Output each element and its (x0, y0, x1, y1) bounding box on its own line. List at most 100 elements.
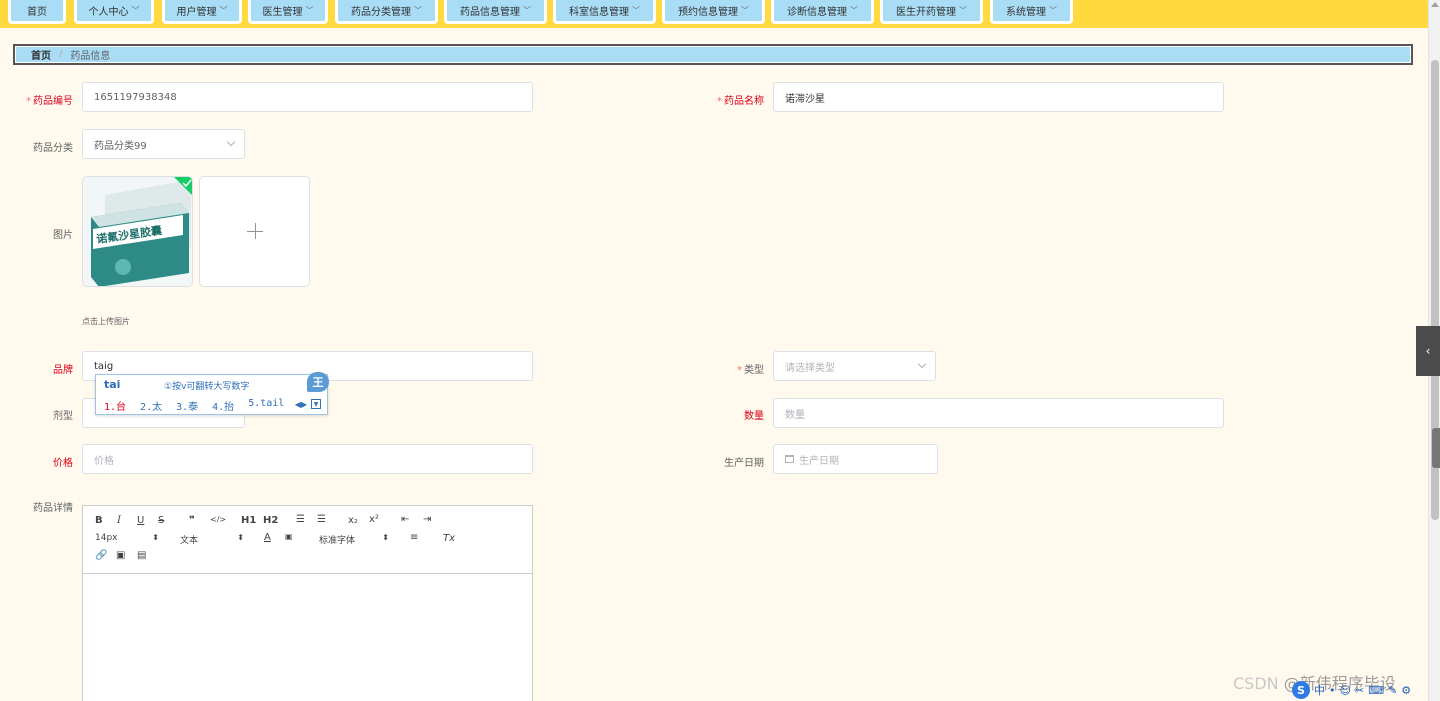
underline-button[interactable]: U (137, 515, 144, 526)
tools-icon[interactable]: ✂ (1355, 684, 1364, 697)
skin-icon[interactable]: ✎ (1388, 684, 1397, 697)
ime-page-arrows-icon[interactable]: ◀▶ (295, 400, 307, 409)
production-date-label: 生产日期 (724, 458, 764, 469)
nav-label: 药品分类管理 (351, 7, 411, 18)
drug-code-label-text: 药品编号 (33, 96, 73, 107)
nav-user-management[interactable]: 用户管理 ﹀ (162, 0, 242, 24)
editor-toolbar: B I U S ❞ </> H1 H2 ☰ ☰ x₂ x² ⇤ ⇥ 14px ⬍ … (83, 506, 532, 574)
outdent-icon[interactable]: ⇤ (401, 514, 409, 525)
collapse-panel-button[interactable]: ‹ (1416, 326, 1440, 376)
quantity-input[interactable]: 数量 (773, 398, 1224, 428)
video-icon[interactable]: ▤ (137, 550, 146, 561)
nav-label: 个人中心 (88, 7, 129, 18)
top-navigation: 首页 个人中心 ﹀ 用户管理 ﹀ 医生管理 ﹀ 药品分类管理 ﹀ 药品信息管理 ﹀ 科室信… (0, 0, 1428, 28)
required-mark: * (737, 365, 742, 376)
nav-label: 预约信息管理 (678, 7, 738, 18)
calendar-icon (785, 455, 794, 463)
chevron-down-icon: ﹀ (414, 6, 422, 15)
link-icon[interactable]: 🔗 (95, 550, 107, 561)
nav-personal-center[interactable]: 个人中心 ﹀ (74, 0, 154, 24)
editor-content-area[interactable] (83, 574, 532, 701)
type-label: * 类型 (694, 361, 764, 376)
nav-drug-info-management[interactable]: 药品信息管理 ﹀ (444, 0, 547, 24)
emoji-icon[interactable]: ☺ (1340, 684, 1351, 697)
drug-code-input[interactable]: 1651197938348 (82, 82, 533, 112)
font-size-value: 14px (95, 533, 118, 543)
nav-home[interactable]: 首页 (8, 0, 66, 24)
h1-button[interactable]: H1 (241, 515, 256, 526)
nav-label: 药品信息管理 (460, 7, 520, 18)
required-mark: * (717, 96, 722, 107)
chevron-down-icon: ﹀ (219, 6, 228, 15)
ordered-list-icon[interactable]: ☰ (296, 514, 305, 525)
align-icon[interactable]: ≡ (410, 532, 418, 543)
background-color-icon[interactable]: ▣ (285, 532, 293, 541)
nav-doctor-management[interactable]: 医生管理 ﹀ (248, 0, 328, 24)
ime-candidate[interactable]: 2.太 (140, 398, 162, 413)
code-block-button[interactable]: </> (210, 515, 226, 524)
drug-name-input[interactable]: 诺滞沙星 (773, 82, 1224, 112)
select-arrows-icon: ⬍ (152, 533, 159, 542)
type-label-text: 类型 (744, 365, 764, 376)
ime-tray-logo-icon[interactable]: S (1292, 681, 1310, 699)
settings-icon[interactable]: ⚙ (1401, 684, 1411, 697)
brand-label: 品牌 (53, 365, 73, 376)
clear-format-button[interactable]: Tx (443, 533, 455, 544)
nav-system-management[interactable]: 系统管理 ﹀ (990, 0, 1073, 24)
bold-button[interactable]: B (95, 515, 103, 526)
header-type-select[interactable]: 文本 ⬍ (180, 533, 244, 546)
uploaded-image[interactable]: 诺氟沙星胶囊 (82, 176, 193, 287)
drug-name-label: * 药品名称 (694, 92, 764, 107)
font-size-select[interactable]: 14px ⬍ (95, 533, 159, 543)
ime-candidates: 1.台 2.太 3.泰 4.抬 5.tail (104, 398, 284, 413)
nav-label: 诊断信息管理 (787, 7, 847, 18)
nav-diagnosis-management[interactable]: 诊断信息管理 ﹀ (771, 0, 874, 24)
subscript-button[interactable]: x₂ (348, 515, 358, 526)
select-arrows-icon: ⬍ (382, 533, 389, 542)
font-family-select[interactable]: 标准字体 ⬍ (319, 533, 389, 546)
nav-appointment-management[interactable]: 预约信息管理 ﹀ (662, 0, 765, 24)
ime-composition: tai (104, 378, 121, 391)
chinese-mode-icon[interactable]: 中 (1314, 682, 1325, 698)
nav-prescription-management[interactable]: 医生开药管理 ﹀ (880, 0, 983, 24)
punctuation-icon[interactable]: • (1329, 684, 1336, 697)
h2-button[interactable]: H2 (263, 515, 278, 526)
side-handle[interactable] (1432, 428, 1440, 468)
ime-expand-icon[interactable]: ▼ (311, 399, 321, 409)
bullet-list-icon[interactable]: ☰ (317, 514, 326, 525)
chevron-down-icon: ﹀ (523, 6, 531, 15)
indent-icon[interactable]: ⇥ (423, 514, 431, 525)
chevron-down-icon: ﹀ (632, 6, 640, 15)
scroll-up-icon[interactable] (1431, 2, 1439, 7)
nav-drug-category-management[interactable]: 药品分类管理 ﹀ (335, 0, 438, 24)
ime-candidate[interactable]: 1.台 (104, 398, 126, 413)
strike-button[interactable]: S (158, 515, 164, 526)
nav-department-management[interactable]: 科室信息管理 ﹀ (553, 0, 656, 24)
production-date-picker[interactable]: 生产日期 (773, 444, 938, 474)
nav-label: 医生管理 (262, 7, 303, 18)
price-input[interactable]: 价格 (82, 444, 533, 474)
category-select[interactable]: 药品分类99 (82, 129, 245, 159)
watermark-site: CSDN (1233, 674, 1279, 693)
upload-button[interactable] (199, 176, 310, 287)
keyboard-icon[interactable]: ⌨ (1368, 684, 1384, 697)
breadcrumb-home[interactable]: 首页 (31, 47, 51, 62)
drug-name-label-text: 药品名称 (724, 96, 764, 107)
ime-candidate[interactable]: 4.抬 (212, 398, 234, 413)
ime-candidate[interactable]: 3.泰 (176, 398, 198, 413)
type-select[interactable]: 请选择类型 (773, 351, 936, 381)
price-label: 价格 (53, 458, 73, 469)
font-family-value: 标准字体 (319, 536, 356, 546)
superscript-button[interactable]: x² (369, 514, 379, 525)
ime-tray: S 中 • ☺ ✂ ⌨ ✎ ⚙ (1292, 679, 1411, 701)
blockquote-button[interactable]: ❞ (189, 515, 195, 526)
drug-code-label: * 药品编号 (3, 92, 73, 107)
chevron-down-icon: ﹀ (131, 6, 140, 15)
image-icon[interactable]: ▣ (116, 550, 125, 561)
chevron-down-icon (226, 137, 236, 147)
italic-button[interactable]: I (117, 515, 121, 526)
ime-candidate[interactable]: 5.tail (248, 398, 284, 413)
font-color-button[interactable]: A (264, 532, 271, 543)
select-arrows-icon: ⬍ (237, 533, 244, 542)
chevron-down-icon: ﹀ (741, 6, 749, 15)
